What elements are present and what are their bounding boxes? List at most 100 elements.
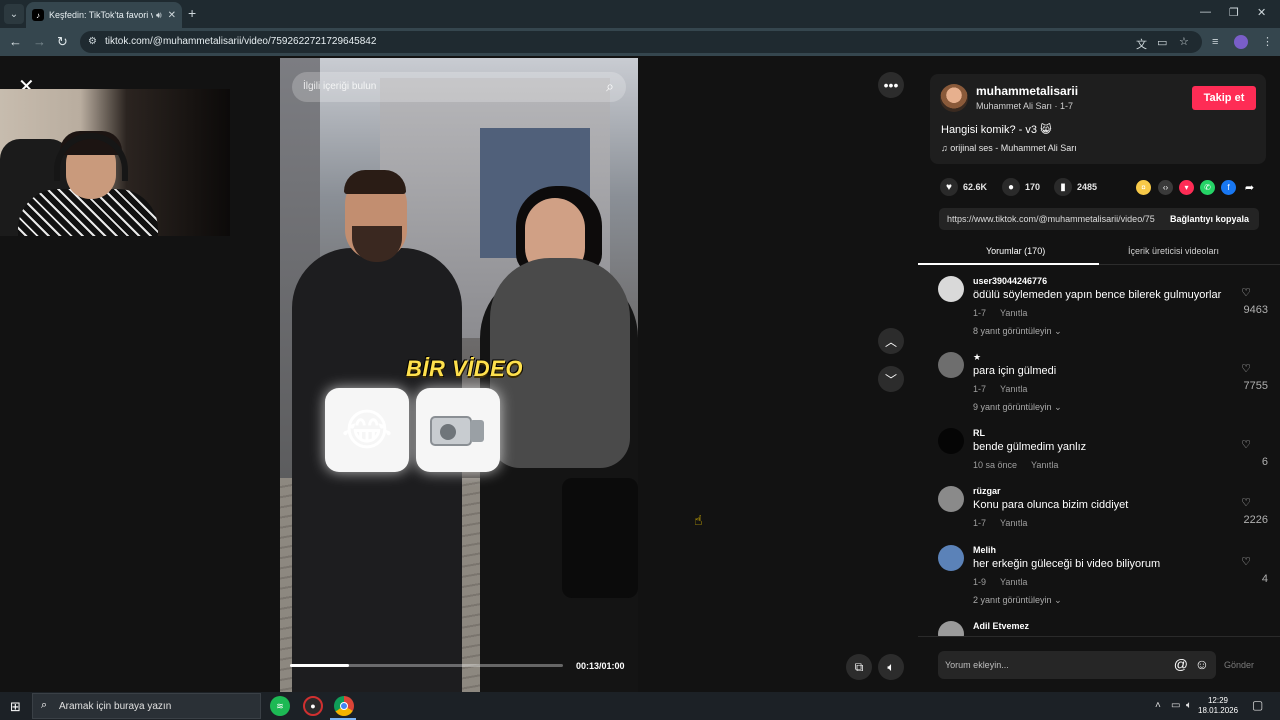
profile-avatar[interactable] [1234, 35, 1248, 49]
speaker-icon[interactable]: 🔊︎ [156, 10, 162, 21]
next-video-button[interactable]: ﹀ [878, 366, 904, 392]
view-replies-button[interactable]: 8 yanıt görüntüleyin ⌄ [973, 326, 1062, 337]
facebook-icon[interactable]: f [1221, 180, 1236, 195]
chevron-up-icon: ︿ [884, 334, 897, 349]
view-replies-button[interactable]: 9 yanıt görüntüleyin ⌄ [973, 402, 1062, 413]
share-link-box[interactable]: https://www.tiktok.com/@muhammetalisarii… [939, 208, 1259, 230]
bookmark-icon: ▮ [1054, 178, 1072, 196]
browser-tab[interactable]: ♪ Keşfedin: TikTok'ta favori vi 🔊︎ ✕ [26, 2, 182, 28]
heart-icon[interactable]: ♡ [1234, 496, 1258, 509]
comment-meta: 1-7 Yanıtla [973, 518, 1028, 528]
reading-list-icon[interactable]: ≡ [1212, 36, 1218, 48]
chrome-icon[interactable] [334, 696, 354, 716]
translate-icon[interactable]: 文 [1136, 36, 1147, 52]
avatar[interactable] [940, 84, 968, 112]
spotify-icon[interactable]: ≋ [270, 696, 290, 716]
heart-icon[interactable]: ♡ [1234, 438, 1258, 451]
like-button[interactable]: ♥ 62.6K [940, 178, 987, 196]
cast-icon[interactable]: ▭ [1157, 36, 1167, 49]
comment-meta: 1-9 Yanıtla [973, 577, 1028, 587]
comment-item: rüzgar Konu para olunca bizim ciddiyet 1-7… [938, 486, 1268, 546]
avatar[interactable] [938, 428, 964, 454]
emoji-icon[interactable]: ☺ [1195, 656, 1209, 672]
author-username[interactable]: muhammetalisarii [976, 84, 1078, 98]
comment-text: bende gülmedim yanlız [973, 441, 1087, 453]
comment-button[interactable]: ● 170 [1002, 178, 1040, 196]
music-link[interactable]: ♫ orijinal ses - Muhammet Ali Sarı [941, 143, 1077, 153]
tab-comments[interactable]: Yorumlar (170) [986, 246, 1045, 256]
close-tab-icon[interactable]: ✕ [168, 10, 176, 21]
url-text[interactable]: tiktok.com/@muhammetalisarii/video/75926… [105, 36, 376, 47]
network-icon[interactable]: ▭ [1171, 700, 1180, 711]
reply-button[interactable]: Yanıtla [1000, 308, 1027, 318]
webcam-overlay [0, 89, 230, 236]
laughing-emoji-card: 😂 [325, 388, 409, 472]
address-bar[interactable]: ⚙︎ tiktok.com/@muhammetalisarii/video/75… [80, 31, 1202, 53]
heart-icon[interactable]: ♡ [1234, 362, 1258, 375]
new-tab-button[interactable]: + [188, 6, 196, 20]
menu-icon[interactable]: ⋮ [1262, 35, 1273, 48]
taskbar-clock[interactable]: 12:29 18.01.2026 [1198, 696, 1238, 716]
avatar[interactable] [938, 276, 964, 302]
comment-text: para için gülmedi [973, 365, 1057, 377]
video-progress-bar[interactable] [290, 664, 563, 667]
previous-video-button[interactable]: ︿ [878, 328, 904, 354]
view-replies-button[interactable]: 2 yanıt görüntüleyin ⌄ [973, 595, 1062, 606]
comment-username[interactable]: RL [973, 428, 985, 438]
back-icon[interactable]: ← [9, 34, 22, 50]
close-window-icon[interactable]: ✕ [1257, 6, 1266, 19]
heart-icon[interactable]: ♡ [1234, 286, 1258, 299]
comment-text: ödülü söylemeden yapın bence bilerek gul… [973, 289, 1222, 301]
tray-chevron-up-icon[interactable]: ˄ [1155, 700, 1161, 711]
reload-icon[interactable]: ↻ [57, 34, 68, 50]
volume-button[interactable]: 🔈︎ [878, 654, 904, 680]
mention-icon[interactable]: @ [1174, 656, 1188, 672]
forward-icon[interactable]: → [33, 34, 46, 50]
comment-username[interactable]: ★ [973, 352, 981, 363]
tab-creator-videos[interactable]: İçerik üreticisi videoları [1128, 246, 1219, 256]
share-link-text[interactable]: https://www.tiktok.com/@muhammetalisarii… [947, 214, 1155, 224]
volume-icon[interactable]: 🔈︎ [1186, 700, 1192, 711]
bookmark-star-icon[interactable]: ☆ [1179, 35, 1189, 48]
avatar[interactable] [938, 621, 964, 636]
share-arrow-icon[interactable]: ➦ [1242, 180, 1257, 195]
comment-text: her erkeğin güleceği bi video biliyorum [973, 558, 1161, 570]
comment-input[interactable]: Yorum ekleyin... @ ☺ [938, 651, 1216, 679]
windows-start-icon[interactable]: ⊞ [10, 699, 21, 715]
avatar[interactable] [938, 486, 964, 512]
reply-button[interactable]: Yanıtla [1000, 518, 1027, 528]
repost-icon[interactable]: ▾ [1179, 180, 1194, 195]
comment-username[interactable]: Adil Etvemez [973, 621, 1029, 631]
miniplayer-button[interactable]: ⧉ [846, 654, 872, 680]
coin-icon[interactable]: ¤ [1136, 180, 1151, 195]
comment-username[interactable]: user39044246776 [973, 276, 1047, 286]
reply-button[interactable]: Yanıtla [1000, 384, 1027, 394]
video-caption: Hangisi komik? - v3 😸 [941, 124, 1052, 136]
more-options-icon[interactable]: ••• [878, 72, 904, 98]
minimize-icon[interactable]: — [1200, 6, 1211, 18]
avatar[interactable] [938, 545, 964, 571]
save-button[interactable]: ▮ 2485 [1054, 178, 1097, 196]
site-settings-icon[interactable]: ⚙︎ [88, 36, 97, 47]
video-player[interactable]: İlgili içeriği bulun ⌕ BİR VİDEO 😂 00:13… [280, 58, 638, 692]
whatsapp-icon[interactable]: ✆ [1200, 180, 1215, 195]
avatar[interactable] [938, 352, 964, 378]
taskbar-search[interactable]: ⌕ Aramak için buraya yazın [32, 693, 261, 719]
comment-username[interactable]: rüzgar [973, 486, 1001, 496]
restore-icon[interactable]: ❐ [1229, 6, 1239, 19]
copy-link-button[interactable]: Bağlantıyı kopyala [1170, 214, 1249, 224]
comment-item: RL bende gülmedim yanlız 10 sa önce Yanıtla… [938, 428, 1268, 488]
comment-username[interactable]: Melih [973, 545, 996, 555]
tab-search-button[interactable]: ⌄ [4, 4, 24, 24]
send-button[interactable]: Gönder [1224, 660, 1254, 670]
reply-button[interactable]: Yanıtla [1000, 577, 1027, 587]
related-search-input[interactable]: İlgili içeriği bulun ⌕ [292, 72, 626, 102]
heart-icon[interactable]: ♡ [1234, 555, 1258, 568]
browser-toolbar: ← → ↻ ⚙︎ tiktok.com/@muhammetalisarii/vi… [0, 28, 1280, 56]
search-icon[interactable]: ⌕ [606, 78, 614, 95]
notifications-icon[interactable]: ▢ [1252, 698, 1263, 712]
follow-button[interactable]: Takip et [1192, 86, 1256, 110]
recording-app-icon[interactable]: ● [303, 696, 323, 716]
embed-icon[interactable]: ‹› [1158, 180, 1173, 195]
reply-button[interactable]: Yanıtla [1031, 460, 1058, 470]
